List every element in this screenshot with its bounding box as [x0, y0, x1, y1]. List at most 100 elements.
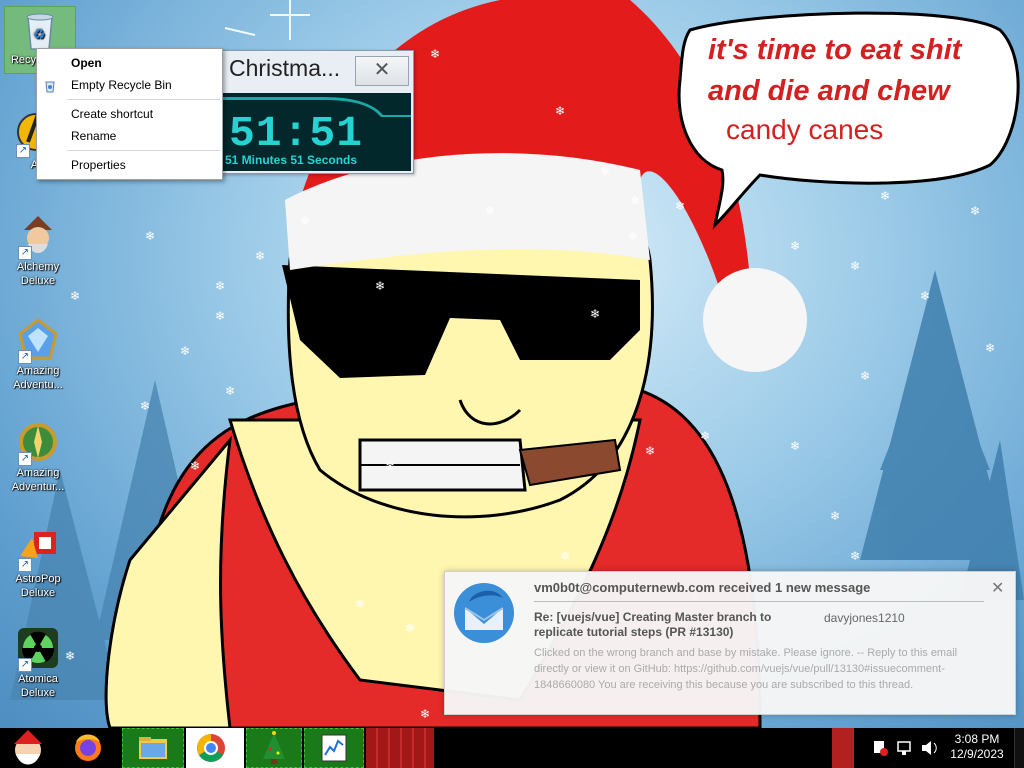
close-icon: ✕ [991, 580, 1005, 597]
radiation-icon: ↗ [16, 626, 60, 672]
svg-text:❄: ❄ [215, 279, 225, 293]
recycle-bin-context-menu: Open Empty Recycle Bin Create shortcut R… [36, 48, 223, 180]
svg-text:❄: ❄ [700, 429, 710, 443]
svg-text:❄: ❄ [180, 344, 190, 358]
notification-close-button[interactable]: ✕ [991, 578, 1004, 598]
taskbar: 3:08 PM 12/9/2023 [0, 728, 1024, 768]
notification-divider [534, 601, 984, 602]
taskbar-notepad-button[interactable] [304, 728, 364, 768]
countdown-display: 51:51 51 Minutes 51 Seconds [223, 93, 411, 171]
shortcut-arrow-icon: ↗ [18, 558, 32, 572]
notification-body: Clicked on the wrong branch and base by … [534, 647, 958, 691]
svg-text:❄: ❄ [850, 259, 860, 273]
svg-text:❄: ❄ [355, 597, 365, 611]
svg-text:❄: ❄ [145, 229, 155, 243]
desktop-icon-alchemy-deluxe[interactable]: ↗ Alchemy Deluxe [2, 214, 74, 288]
desktop-icon-label: Amazing Adventur... [11, 467, 65, 493]
svg-text:❄: ❄ [645, 444, 655, 458]
flag-alert-icon [874, 741, 888, 756]
menu-item-rename[interactable]: Rename [37, 125, 222, 147]
svg-text:❄: ❄ [215, 309, 225, 323]
desktop-icon-label: Amazing Adventu... [13, 365, 63, 391]
svg-text:❄: ❄ [705, 124, 715, 138]
svg-text:❄: ❄ [375, 279, 385, 293]
shortcut-arrow-icon: ↗ [18, 658, 32, 672]
menu-item-create-shortcut[interactable]: Create shortcut [37, 103, 222, 125]
recycle-bin-small-icon [43, 78, 57, 93]
start-button[interactable] [0, 728, 56, 768]
svg-text:❄: ❄ [430, 47, 440, 61]
compass-icon: ↗ [16, 420, 60, 466]
bubble-line-1: it's time to eat shit [708, 34, 962, 66]
tray-red-tile [832, 728, 854, 768]
svg-text:❄: ❄ [140, 399, 150, 413]
notepad-chart-icon [321, 734, 347, 762]
countdown-title: Christma... [229, 55, 341, 81]
desktop-icon-amazing-adventures-1[interactable]: ↗ Amazing Adventu... [2, 318, 74, 392]
astropop-icon: ↗ [16, 526, 60, 572]
file-explorer-icon [139, 737, 167, 759]
svg-text:❄: ❄ [590, 307, 600, 321]
menu-separator [67, 99, 220, 100]
menu-item-properties[interactable]: Properties [37, 154, 222, 176]
christmas-countdown-window[interactable]: Christma... ✕ 51:51 51 Minutes 51 Second… [220, 50, 414, 174]
countdown-close-button[interactable]: ✕ [355, 56, 409, 86]
svg-text:❄: ❄ [405, 621, 415, 635]
taskbar-christmas-tree-button[interactable] [246, 728, 302, 768]
desktop-icon-amazing-adventures-2[interactable]: ↗ Amazing Adventur... [2, 420, 74, 494]
taskbar-clock[interactable]: 3:08 PM 12/9/2023 [944, 732, 1010, 762]
menu-item-label: Create shortcut [71, 107, 154, 121]
svg-text:❄: ❄ [485, 204, 495, 218]
menu-item-open[interactable]: Open [37, 52, 222, 74]
svg-text:❄: ❄ [790, 239, 800, 253]
desktop-icon-label: Alchemy Deluxe [16, 261, 60, 287]
svg-text:❄: ❄ [630, 194, 640, 208]
tray-icons [874, 741, 937, 756]
shortcut-arrow-icon: ↗ [18, 350, 32, 364]
svg-text:❄: ❄ [880, 189, 890, 203]
shortcut-arrow-icon: ↗ [18, 452, 32, 466]
desktop-icon-atomica-deluxe[interactable]: ↗ Atomica Deluxe [2, 626, 74, 700]
bubble-line-3: candy canes [726, 114, 884, 145]
network-icon [897, 741, 911, 755]
menu-item-label: Properties [71, 158, 126, 172]
menu-item-label: Empty Recycle Bin [71, 78, 172, 92]
svg-text:❄: ❄ [225, 384, 235, 398]
menu-item-empty-recycle-bin[interactable]: Empty Recycle Bin [37, 74, 222, 96]
desktop-icon-astropop-deluxe[interactable]: ↗ AstroPop Deluxe [2, 526, 74, 600]
thunderbird-notification[interactable]: vm0b0t@computernewb.com received 1 new m… [444, 571, 1016, 715]
wizard-icon: ↗ [16, 214, 60, 260]
svg-text:❄: ❄ [385, 459, 395, 473]
svg-text:❄: ❄ [255, 249, 265, 263]
taskbar-file-explorer-button[interactable] [122, 728, 184, 768]
taskbar-firefox-button[interactable] [58, 728, 118, 768]
svg-text:❄: ❄ [555, 104, 565, 118]
speaker-icon [922, 741, 937, 755]
chrome-icon [197, 734, 225, 762]
svg-text:❄: ❄ [628, 229, 638, 243]
show-desktop-button[interactable] [1014, 728, 1024, 768]
clock-time: 3:08 PM [954, 732, 1000, 746]
start-santa-icon [14, 730, 42, 765]
clock-date: 12/9/2023 [950, 747, 1004, 761]
gem-icon: ↗ [16, 318, 60, 364]
svg-text:❄: ❄ [970, 204, 980, 218]
tray-icons-area [864, 728, 944, 768]
menu-separator [67, 150, 220, 151]
taskbar-chrome-button[interactable] [186, 728, 244, 768]
thunderbird-icon [451, 580, 517, 646]
svg-text:❄: ❄ [985, 341, 995, 355]
bubble-line-2: and die and chew [708, 75, 950, 107]
christmas-tree-icon [263, 731, 285, 764]
shortcut-arrow-icon: ↗ [16, 144, 30, 158]
countdown-subtitle: 51 Minutes 51 Seconds [225, 153, 358, 167]
svg-text:❄: ❄ [70, 289, 80, 303]
svg-text:❄: ❄ [675, 199, 685, 213]
svg-text:❄: ❄ [300, 214, 310, 228]
taskbar-decorative-tile [366, 728, 434, 768]
svg-text:❄: ❄ [190, 459, 200, 473]
firefox-icon [75, 734, 101, 761]
recycle-bin-icon: ♻ [18, 7, 62, 51]
countdown-time: 51:51 [229, 109, 364, 158]
svg-text:❄: ❄ [850, 549, 860, 563]
